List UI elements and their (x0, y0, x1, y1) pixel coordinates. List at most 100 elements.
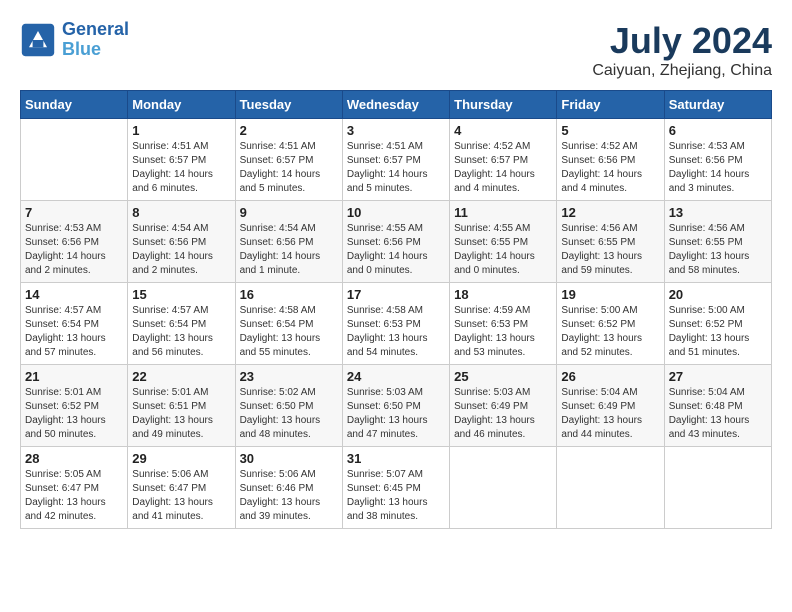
sunset: Sunset: 6:54 PM (240, 319, 314, 330)
day-number: 17 (347, 287, 445, 302)
daylight: Daylight: 13 hours and 39 minutes. (240, 497, 321, 522)
sunrise: Sunrise: 4:56 AM (669, 223, 745, 234)
sunrise: Sunrise: 4:56 AM (561, 223, 637, 234)
cell-info: Sunrise: 5:04 AM Sunset: 6:48 PM Dayligh… (669, 386, 767, 442)
title-block: July 2024 Caiyuan, Zhejiang, China (592, 20, 772, 80)
cell-info: Sunrise: 4:57 AM Sunset: 6:54 PM Dayligh… (25, 304, 123, 360)
daylight: Daylight: 13 hours and 42 minutes. (25, 497, 106, 522)
calendar-cell: 8 Sunrise: 4:54 AM Sunset: 6:56 PM Dayli… (128, 201, 235, 283)
logo: General Blue (20, 20, 129, 60)
sunset: Sunset: 6:52 PM (561, 319, 635, 330)
calendar-cell: 30 Sunrise: 5:06 AM Sunset: 6:46 PM Dayl… (235, 447, 342, 529)
sunrise: Sunrise: 4:55 AM (347, 223, 423, 234)
daylight: Daylight: 14 hours and 3 minutes. (669, 169, 750, 194)
sunset: Sunset: 6:50 PM (240, 401, 314, 412)
day-number: 13 (669, 205, 767, 220)
day-number: 2 (240, 123, 338, 138)
calendar-cell: 11 Sunrise: 4:55 AM Sunset: 6:55 PM Dayl… (450, 201, 557, 283)
cell-info: Sunrise: 4:59 AM Sunset: 6:53 PM Dayligh… (454, 304, 552, 360)
daylight: Daylight: 13 hours and 47 minutes. (347, 415, 428, 440)
sunset: Sunset: 6:51 PM (132, 401, 206, 412)
daylight: Daylight: 14 hours and 5 minutes. (347, 169, 428, 194)
daylight: Daylight: 14 hours and 2 minutes. (132, 251, 213, 276)
sunset: Sunset: 6:46 PM (240, 483, 314, 494)
calendar-cell: 28 Sunrise: 5:05 AM Sunset: 6:47 PM Dayl… (21, 447, 128, 529)
cell-info: Sunrise: 4:54 AM Sunset: 6:56 PM Dayligh… (240, 222, 338, 278)
cell-info: Sunrise: 5:04 AM Sunset: 6:49 PM Dayligh… (561, 386, 659, 442)
sunset: Sunset: 6:56 PM (132, 237, 206, 248)
sunrise: Sunrise: 4:52 AM (454, 141, 530, 152)
calendar-cell: 10 Sunrise: 4:55 AM Sunset: 6:56 PM Dayl… (342, 201, 449, 283)
weekday-header-thursday: Thursday (450, 91, 557, 119)
cell-info: Sunrise: 4:55 AM Sunset: 6:56 PM Dayligh… (347, 222, 445, 278)
cell-info: Sunrise: 5:07 AM Sunset: 6:45 PM Dayligh… (347, 468, 445, 524)
sunset: Sunset: 6:55 PM (561, 237, 635, 248)
calendar-cell: 29 Sunrise: 5:06 AM Sunset: 6:47 PM Dayl… (128, 447, 235, 529)
calendar-cell: 23 Sunrise: 5:02 AM Sunset: 6:50 PM Dayl… (235, 365, 342, 447)
cell-info: Sunrise: 5:00 AM Sunset: 6:52 PM Dayligh… (561, 304, 659, 360)
sunrise: Sunrise: 4:57 AM (25, 305, 101, 316)
weekday-header-wednesday: Wednesday (342, 91, 449, 119)
day-number: 15 (132, 287, 230, 302)
sunset: Sunset: 6:56 PM (25, 237, 99, 248)
daylight: Daylight: 13 hours and 50 minutes. (25, 415, 106, 440)
day-number: 29 (132, 451, 230, 466)
daylight: Daylight: 13 hours and 52 minutes. (561, 333, 642, 358)
week-row-4: 21 Sunrise: 5:01 AM Sunset: 6:52 PM Dayl… (21, 365, 772, 447)
day-number: 11 (454, 205, 552, 220)
day-number: 10 (347, 205, 445, 220)
day-number: 19 (561, 287, 659, 302)
day-number: 22 (132, 369, 230, 384)
sunset: Sunset: 6:52 PM (25, 401, 99, 412)
sunrise: Sunrise: 4:51 AM (132, 141, 208, 152)
day-number: 9 (240, 205, 338, 220)
sunset: Sunset: 6:47 PM (25, 483, 99, 494)
cell-info: Sunrise: 5:02 AM Sunset: 6:50 PM Dayligh… (240, 386, 338, 442)
sunset: Sunset: 6:53 PM (454, 319, 528, 330)
calendar-cell: 24 Sunrise: 5:03 AM Sunset: 6:50 PM Dayl… (342, 365, 449, 447)
daylight: Daylight: 13 hours and 54 minutes. (347, 333, 428, 358)
calendar-cell: 13 Sunrise: 4:56 AM Sunset: 6:55 PM Dayl… (664, 201, 771, 283)
sunrise: Sunrise: 4:53 AM (669, 141, 745, 152)
sunrise: Sunrise: 4:53 AM (25, 223, 101, 234)
day-number: 18 (454, 287, 552, 302)
calendar-cell: 6 Sunrise: 4:53 AM Sunset: 6:56 PM Dayli… (664, 119, 771, 201)
calendar-cell: 15 Sunrise: 4:57 AM Sunset: 6:54 PM Dayl… (128, 283, 235, 365)
sunset: Sunset: 6:56 PM (240, 237, 314, 248)
sunrise: Sunrise: 4:54 AM (132, 223, 208, 234)
calendar-cell: 22 Sunrise: 5:01 AM Sunset: 6:51 PM Dayl… (128, 365, 235, 447)
daylight: Daylight: 13 hours and 43 minutes. (669, 415, 750, 440)
cell-info: Sunrise: 4:58 AM Sunset: 6:54 PM Dayligh… (240, 304, 338, 360)
calendar-cell: 3 Sunrise: 4:51 AM Sunset: 6:57 PM Dayli… (342, 119, 449, 201)
cell-info: Sunrise: 4:51 AM Sunset: 6:57 PM Dayligh… (240, 140, 338, 196)
calendar-cell: 14 Sunrise: 4:57 AM Sunset: 6:54 PM Dayl… (21, 283, 128, 365)
sunset: Sunset: 6:49 PM (454, 401, 528, 412)
sunrise: Sunrise: 4:54 AM (240, 223, 316, 234)
daylight: Daylight: 13 hours and 38 minutes. (347, 497, 428, 522)
sunrise: Sunrise: 5:05 AM (25, 469, 101, 480)
cell-info: Sunrise: 5:01 AM Sunset: 6:51 PM Dayligh… (132, 386, 230, 442)
daylight: Daylight: 13 hours and 53 minutes. (454, 333, 535, 358)
sunset: Sunset: 6:57 PM (347, 155, 421, 166)
weekday-header-friday: Friday (557, 91, 664, 119)
daylight: Daylight: 14 hours and 0 minutes. (347, 251, 428, 276)
calendar-cell: 5 Sunrise: 4:52 AM Sunset: 6:56 PM Dayli… (557, 119, 664, 201)
sunset: Sunset: 6:49 PM (561, 401, 635, 412)
calendar-cell: 18 Sunrise: 4:59 AM Sunset: 6:53 PM Dayl… (450, 283, 557, 365)
cell-info: Sunrise: 4:52 AM Sunset: 6:56 PM Dayligh… (561, 140, 659, 196)
calendar-cell (450, 447, 557, 529)
sunset: Sunset: 6:55 PM (669, 237, 743, 248)
daylight: Daylight: 14 hours and 4 minutes. (454, 169, 535, 194)
sunrise: Sunrise: 5:07 AM (347, 469, 423, 480)
week-row-2: 7 Sunrise: 4:53 AM Sunset: 6:56 PM Dayli… (21, 201, 772, 283)
sunset: Sunset: 6:57 PM (454, 155, 528, 166)
day-number: 8 (132, 205, 230, 220)
cell-info: Sunrise: 5:03 AM Sunset: 6:49 PM Dayligh… (454, 386, 552, 442)
sunset: Sunset: 6:54 PM (25, 319, 99, 330)
calendar-cell: 27 Sunrise: 5:04 AM Sunset: 6:48 PM Dayl… (664, 365, 771, 447)
day-number: 16 (240, 287, 338, 302)
cell-info: Sunrise: 5:00 AM Sunset: 6:52 PM Dayligh… (669, 304, 767, 360)
day-number: 27 (669, 369, 767, 384)
sunset: Sunset: 6:48 PM (669, 401, 743, 412)
sunrise: Sunrise: 4:55 AM (454, 223, 530, 234)
